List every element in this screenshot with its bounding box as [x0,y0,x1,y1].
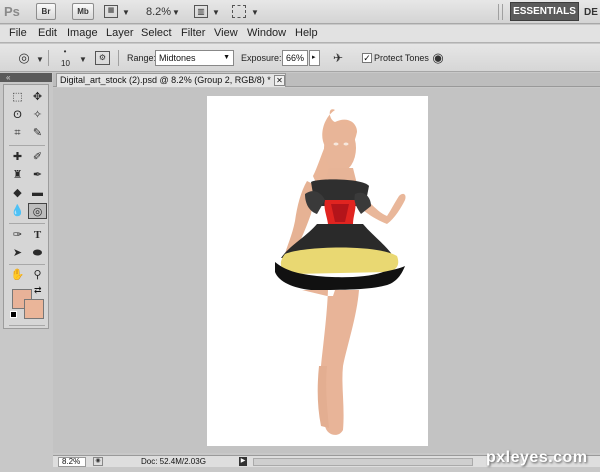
airbrush-icon[interactable]: ✈ [330,51,346,65]
sponge-tool-icon[interactable]: ◎ [28,203,47,219]
gradient-tool-icon[interactable]: ▬ [28,185,47,201]
chevron-down-icon[interactable]: ▼ [172,8,180,17]
arrange-documents-icon[interactable]: ▥ [194,5,208,18]
chevron-down-icon[interactable]: ▼ [251,8,259,17]
watermark: pxleyes.com [486,449,588,466]
default-colors-icon[interactable] [10,311,17,318]
background-color-swatch[interactable] [24,299,44,319]
history-brush-tool-icon[interactable]: ✒ [28,167,47,183]
menu-window[interactable]: Window [247,27,286,39]
exposure-input[interactable]: 66% [282,50,308,66]
protect-tones-checkbox[interactable]: ✓ [362,53,372,63]
menu-layer[interactable]: Layer [106,27,134,39]
document-info: Doc: 52.4M/2.03G [141,457,206,466]
divider [9,223,45,224]
blur-tool-icon[interactable]: 💧 [8,203,27,219]
application-bar: Ps Br Mb ▦ ▼ 8.2% ▼ ▥ ▼ ▼ ESSENTIALS DE [0,0,600,24]
divider [118,50,119,66]
hand-tool-icon[interactable]: ✋ [8,267,27,283]
options-bar: ◎ ▼ • 10 ▼ ⚙ Range: Midtones ▼ Exposure:… [0,44,600,72]
chevron-down-icon[interactable]: ▼ [79,55,87,64]
ellipse-tool-icon[interactable]: ⬬ [28,245,47,261]
sponge-tool-icon[interactable]: ◎ [14,50,34,66]
menu-edit[interactable]: Edit [38,27,57,39]
horizontal-scrollbar[interactable] [253,458,473,466]
range-label: Range: [127,53,157,63]
bridge-button[interactable]: Br [36,3,56,20]
chevron-down-icon[interactable]: ▼ [36,55,44,64]
brush-panel-icon[interactable]: ⚙ [95,51,110,65]
pressure-size-icon[interactable]: ◉ [430,50,446,66]
exposure-label: Exposure: [241,53,282,63]
divider [48,50,49,66]
view-extras-icon[interactable]: ▦ [104,5,118,18]
marquee-tool-icon[interactable]: ⬚ [8,89,27,105]
clone-stamp-tool-icon[interactable]: ♜ [8,167,27,183]
brush-tool-icon[interactable]: ✐ [28,149,47,165]
swap-colors-icon[interactable]: ⇄ [34,285,42,296]
document-profile-icon[interactable]: ◉ [93,457,103,466]
menu-help[interactable]: Help [295,27,318,39]
crop-tool-icon[interactable]: ⌗ [8,125,27,141]
menu-image[interactable]: Image [67,27,98,39]
zoom-level[interactable]: 8.2% [146,6,171,18]
chevron-down-icon[interactable]: ▼ [212,8,220,17]
quick-select-tool-icon[interactable]: ✧ [28,107,47,123]
status-menu-arrow-icon[interactable]: ▶ [239,457,247,466]
screen-mode-icon[interactable] [232,5,246,18]
menu-file[interactable]: File [9,27,27,39]
healing-brush-tool-icon[interactable]: ✚ [8,149,27,165]
workspace-essentials-button[interactable]: ESSENTIALS [510,2,579,21]
divider [498,4,499,20]
chevron-down-icon: ▼ [223,54,230,61]
divider [9,325,45,326]
document-canvas[interactable] [207,96,428,446]
mini-bridge-button[interactable]: Mb [72,3,94,20]
menu-select[interactable]: Select [141,27,172,39]
tools-panel: ⬚ ✥ ʘ ✧ ⌗ ✎ ✚ ✐ ♜ ✒ ◆ ▬ 💧 ◎ ✑ T ➤ ⬬ ✋ ⚲ … [3,84,49,329]
range-select[interactable]: Midtones ▼ [155,50,234,66]
divider [9,145,45,146]
zoom-tool-icon[interactable]: ⚲ [28,267,47,283]
eraser-tool-icon[interactable]: ◆ [8,185,27,201]
tools-panel-header[interactable]: « [0,73,52,82]
move-tool-icon[interactable]: ✥ [28,89,47,105]
status-zoom-field[interactable]: 8.2% [58,457,86,467]
exposure-slider-toggle[interactable]: ▸ [309,50,320,66]
divider [9,264,45,265]
menu-bar: File Edit Image Layer Select Filter View… [0,25,600,43]
divider [502,4,503,20]
lasso-tool-icon[interactable]: ʘ [8,107,27,123]
pen-tool-icon[interactable]: ✑ [8,227,27,243]
brush-tip-icon[interactable]: • [58,47,72,57]
photoshop-logo: Ps [4,4,20,19]
brush-size[interactable]: 10 [61,59,70,68]
workspace-design-button[interactable]: DE [584,7,598,18]
document-tab[interactable]: Digital_art_stock (2).psd @ 8.2% (Group … [56,73,286,87]
document-tab-title: Digital_art_stock (2).psd @ 8.2% (Group … [60,75,271,85]
figure-artwork [275,109,406,435]
close-icon[interactable]: ✕ [274,75,285,86]
eyedropper-tool-icon[interactable]: ✎ [28,125,47,141]
chevron-down-icon[interactable]: ▼ [122,8,130,17]
range-value: Midtones [159,53,196,63]
type-tool-icon[interactable]: T [28,227,47,243]
menu-filter[interactable]: Filter [181,27,205,39]
menu-view[interactable]: View [214,27,238,39]
path-selection-tool-icon[interactable]: ➤ [8,245,27,261]
protect-tones-label: Protect Tones [374,53,429,63]
document-tab-bar: Digital_art_stock (2).psd @ 8.2% (Group … [53,73,600,87]
